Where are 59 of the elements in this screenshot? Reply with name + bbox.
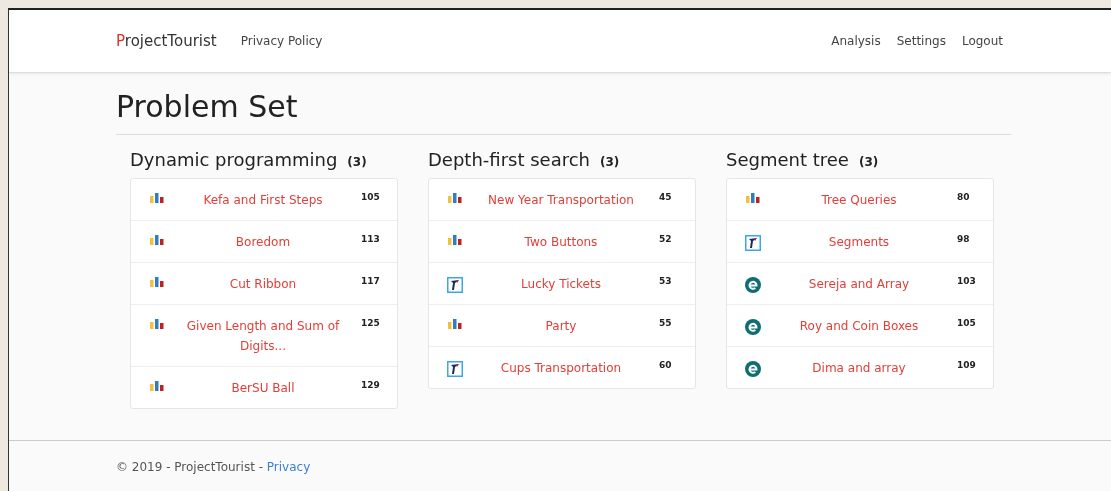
figure-icon (447, 277, 463, 293)
problem-link[interactable]: Cut Ribbon (165, 274, 361, 294)
e-logo-icon (745, 319, 761, 335)
figure-icon (745, 235, 761, 251)
problem-number: 45 (659, 191, 673, 202)
bar-chart-icon (150, 319, 164, 329)
problem-link[interactable]: New Year Transportation (463, 190, 659, 210)
problem-number: 52 (659, 233, 673, 244)
problem-link[interactable]: Roy and Coin Boxes (761, 316, 957, 336)
nav-link[interactable]: Settings (896, 34, 946, 48)
nav-link[interactable]: Privacy Policy (240, 34, 323, 48)
bar-chart-icon (150, 277, 164, 287)
problem-link[interactable]: Segments (761, 232, 957, 252)
bar-chart-icon (448, 319, 462, 329)
problem-number: 129 (361, 379, 381, 390)
bar-chart-icon (448, 235, 462, 245)
problem-number: 117 (361, 275, 381, 286)
problem-link[interactable]: BerSU Ball (165, 378, 361, 398)
problem-number: 109 (957, 359, 977, 370)
problem-link[interactable]: Dima and array (761, 358, 957, 378)
bar-chart-icon (150, 193, 164, 203)
category-title: Depth-first search (428, 149, 590, 170)
problem-number: 105 (361, 191, 381, 202)
e-logo-icon (745, 361, 761, 377)
problem-number: 98 (957, 233, 971, 244)
problem-number: 60 (659, 359, 673, 370)
category-title: Segment tree (726, 149, 849, 170)
page-title: Problem Set (116, 89, 1011, 135)
category-count: (3) (347, 155, 367, 169)
problem-number: 53 (659, 275, 673, 286)
bar-chart-icon (746, 193, 760, 203)
problem-link[interactable]: Party (463, 316, 659, 336)
problem-link[interactable]: Cups Transportation (463, 358, 659, 378)
category-count: (3) (600, 155, 620, 169)
problem-number: 113 (361, 233, 381, 244)
problem-number: 103 (957, 275, 977, 286)
problem-number: 105 (957, 317, 977, 328)
figure-icon (447, 361, 463, 377)
e-logo-icon (745, 277, 761, 293)
category-count: (3) (858, 155, 879, 169)
brand-link[interactable]: ProjectTourist (116, 32, 217, 50)
bar-chart-icon (150, 381, 164, 391)
problem-number: 125 (361, 317, 381, 328)
problem-number: 80 (957, 191, 971, 202)
problem-number: 55 (659, 317, 673, 328)
bar-chart-icon (448, 193, 462, 203)
bar-chart-icon (150, 235, 164, 245)
nav-link[interactable]: Logout (961, 34, 1003, 48)
problem-link[interactable]: Boredom (165, 232, 361, 252)
privacy-link[interactable]: Privacy (266, 460, 311, 474)
problem-link[interactable]: Two Buttons (463, 232, 659, 252)
footer-text: © 2019 - ProjectTourist - (116, 460, 263, 474)
problem-link[interactable]: Lucky Tickets (463, 274, 659, 294)
problem-link[interactable]: Kefa and First Steps (165, 190, 361, 210)
nav-link[interactable]: Analysis (831, 34, 881, 48)
problem-link[interactable]: Sereja and Array (761, 274, 957, 294)
problem-link[interactable]: Tree Queries (761, 190, 957, 210)
problem-link[interactable]: Given Length and Sum of Digits... (165, 316, 361, 356)
category-title: Dynamic programming (130, 149, 338, 170)
